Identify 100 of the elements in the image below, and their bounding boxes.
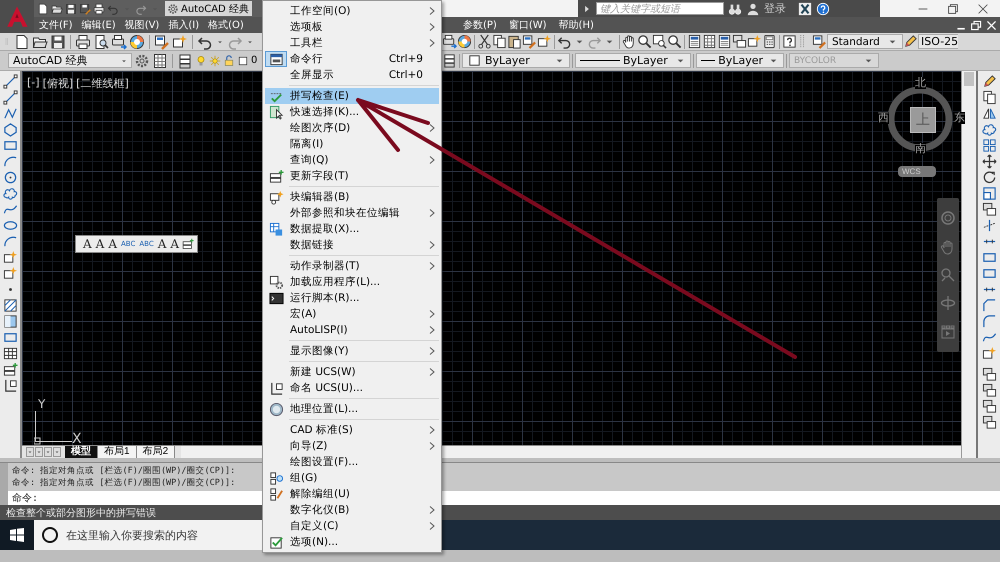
save-icon[interactable] bbox=[65, 2, 77, 14]
menu-item[interactable]: 外部参照和块在位编辑 bbox=[265, 205, 439, 221]
workspace-dropdown[interactable]: AutoCAD 经典 bbox=[165, 1, 252, 16]
menu-item[interactable]: 数据链接 bbox=[265, 237, 439, 253]
ellipse-icon[interactable] bbox=[2, 218, 18, 233]
block-icon[interactable] bbox=[172, 34, 188, 50]
field-icon[interactable] bbox=[2, 362, 18, 377]
paste-icon[interactable] bbox=[507, 34, 522, 49]
rotate-icon[interactable] bbox=[982, 170, 996, 185]
rectangle-icon[interactable] bbox=[2, 138, 18, 153]
compass-west[interactable]: 西 bbox=[878, 112, 889, 124]
menu-item[interactable]: 块编辑器(B) bbox=[265, 189, 439, 205]
layers-icon[interactable] bbox=[442, 53, 457, 68]
fillet-icon[interactable] bbox=[982, 314, 996, 329]
globe-icon[interactable] bbox=[129, 34, 145, 50]
settings-icon[interactable] bbox=[167, 2, 179, 14]
menu-item[interactable]: 运行脚本(R)... bbox=[265, 290, 439, 306]
viewport-control[interactable]: [-] bbox=[27, 76, 40, 91]
user-icon[interactable] bbox=[746, 2, 760, 16]
rectangle-icon[interactable] bbox=[982, 266, 996, 281]
cloud-icon[interactable] bbox=[982, 122, 996, 137]
compass-east[interactable]: 东 bbox=[954, 112, 965, 124]
menu-item[interactable]: 数字化仪(B) bbox=[265, 502, 439, 518]
block-icon[interactable] bbox=[747, 34, 762, 49]
grid-panel-icon[interactable] bbox=[702, 34, 717, 49]
menu-item[interactable]: 拼写检查(E) bbox=[265, 88, 439, 104]
menu-item[interactable]: 视图(V) bbox=[124, 18, 160, 32]
menu-item[interactable]: 帮助(H) bbox=[558, 18, 594, 32]
menu-item[interactable]: 隔离(I) bbox=[265, 136, 439, 152]
menu-item[interactable]: 全屏显示 Ctrl+0 bbox=[265, 67, 439, 83]
layout-tab[interactable]: 模型 bbox=[65, 446, 98, 458]
mirror-icon[interactable] bbox=[982, 106, 996, 121]
menu-item[interactable]: 更新字段(T) bbox=[265, 168, 439, 184]
field-icon[interactable] bbox=[182, 238, 194, 250]
close-icon[interactable] bbox=[976, 2, 990, 16]
menu-item[interactable]: AutoLISP(I) bbox=[265, 322, 439, 338]
plot-icon[interactable] bbox=[442, 34, 457, 49]
text-tool-button[interactable]: A bbox=[169, 237, 180, 251]
block-icon[interactable] bbox=[537, 34, 552, 49]
printer-icon[interactable] bbox=[75, 34, 91, 50]
workspace-dropdown[interactable]: AutoCAD 经典 bbox=[8, 53, 132, 68]
restore-icon[interactable] bbox=[970, 18, 983, 32]
table-icon[interactable] bbox=[2, 346, 18, 361]
menu-item[interactable]: 工具栏 bbox=[265, 35, 439, 51]
brush-icon[interactable] bbox=[522, 34, 537, 49]
draw-order-icon[interactable] bbox=[982, 415, 996, 430]
menu-item[interactable]: 选项板 bbox=[265, 19, 439, 35]
menu-item[interactable]: 数据提取(X)... bbox=[265, 221, 439, 237]
cut-icon[interactable] bbox=[477, 34, 492, 49]
hatch-icon[interactable] bbox=[2, 298, 18, 313]
lineweight-dropdown[interactable]: ByLayer bbox=[696, 53, 784, 68]
scale-icon[interactable] bbox=[982, 186, 996, 201]
copy-icon[interactable] bbox=[982, 90, 996, 105]
arc-icon[interactable] bbox=[2, 234, 18, 249]
save-icon[interactable] bbox=[50, 34, 66, 50]
linetype-dropdown[interactable]: ByLayer bbox=[575, 53, 691, 68]
new-file-icon[interactable] bbox=[37, 2, 49, 14]
panel-icon[interactable] bbox=[717, 34, 732, 49]
rectangle-icon[interactable] bbox=[2, 330, 18, 345]
pencil-icon[interactable] bbox=[903, 34, 918, 49]
text-tool-button[interactable]: A bbox=[82, 237, 93, 251]
polyline-icon[interactable] bbox=[2, 106, 18, 121]
plot-icon[interactable] bbox=[111, 34, 127, 50]
menu-item[interactable]: 地理位置(L)... bbox=[265, 401, 439, 417]
draw-order-icon[interactable] bbox=[982, 383, 996, 398]
menu-item[interactable]: 工作空间(O) bbox=[265, 3, 439, 19]
viewport-control[interactable]: [俯视] bbox=[42, 76, 74, 91]
menu-item[interactable]: 向导(Z) bbox=[265, 438, 439, 454]
copy-icon[interactable] bbox=[492, 34, 507, 49]
menu-item[interactable]: 参数(P) bbox=[463, 18, 497, 32]
text-style-dropdown[interactable]: Standard bbox=[827, 34, 903, 49]
menu-item[interactable]: 文件(F) bbox=[39, 18, 73, 32]
compass-north[interactable]: 北 bbox=[915, 77, 926, 89]
steering-wheel-icon[interactable] bbox=[940, 210, 956, 226]
color-dropdown[interactable]: ByLayer bbox=[462, 53, 570, 68]
exchange-icon[interactable] bbox=[798, 2, 812, 16]
menu-item[interactable]: 显示图像(Y) bbox=[265, 343, 439, 359]
layout-tab[interactable]: 布局1 bbox=[98, 446, 137, 458]
folder-icon[interactable] bbox=[51, 2, 63, 14]
menu-item[interactable]: 窗口(W) bbox=[508, 18, 547, 32]
grid-panel-icon[interactable] bbox=[152, 52, 168, 68]
zoom-icon[interactable] bbox=[667, 34, 682, 49]
chamfer-icon[interactable] bbox=[982, 298, 996, 313]
menu-item[interactable]: 插入(I) bbox=[168, 18, 200, 32]
zoom-window-icon[interactable] bbox=[652, 34, 667, 49]
layout-tab[interactable]: 布局2 bbox=[136, 446, 176, 458]
draw-order-icon[interactable] bbox=[982, 202, 996, 217]
login-link[interactable]: 登录 bbox=[764, 1, 786, 16]
menu-item[interactable]: CAD 标准(S) bbox=[265, 422, 439, 438]
gradient-icon[interactable] bbox=[2, 314, 18, 329]
compass-south[interactable]: 南 bbox=[915, 143, 926, 155]
viewport-control[interactable]: [二维线框] bbox=[76, 76, 129, 91]
polygon-icon[interactable] bbox=[2, 122, 18, 137]
rectangle-icon[interactable] bbox=[982, 250, 996, 265]
array-icon[interactable] bbox=[982, 138, 996, 153]
text-tool-button[interactable]: A bbox=[107, 237, 118, 251]
binoculars-icon[interactable] bbox=[728, 2, 742, 16]
command-line-grip[interactable] bbox=[0, 463, 8, 505]
start-button[interactable] bbox=[0, 520, 34, 550]
menu-item[interactable]: 动作录制器(T) bbox=[265, 258, 439, 274]
